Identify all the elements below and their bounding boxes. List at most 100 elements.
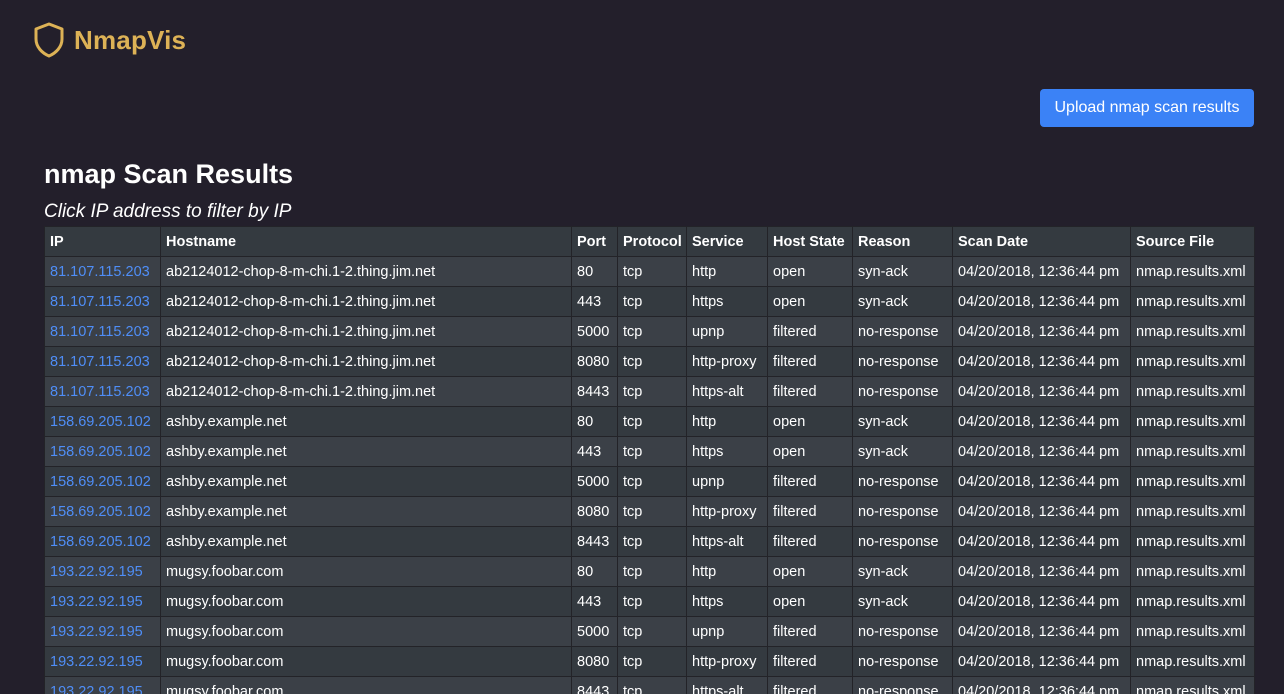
reason-cell: no-response: [852, 526, 953, 557]
scan-date-cell: 04/20/2018, 12:36:44 pm: [952, 436, 1131, 467]
reason-cell: syn-ack: [852, 586, 953, 617]
scan-date-cell: 04/20/2018, 12:36:44 pm: [952, 526, 1131, 557]
ip-filter-link[interactable]: 81.107.115.203: [50, 324, 150, 340]
ip-cell: 193.22.92.195: [44, 586, 161, 617]
ip-cell: 193.22.92.195: [44, 556, 161, 587]
reason-cell: no-response: [852, 496, 953, 527]
protocol-cell: tcp: [617, 676, 687, 694]
page-title: nmap Scan Results: [44, 159, 294, 189]
host-state-cell: filtered: [767, 466, 853, 497]
scan-results-table: IP Hostname Port Protocol Service Host S…: [44, 226, 1255, 694]
scan-date-cell: 04/20/2018, 12:36:44 pm: [952, 676, 1131, 694]
table-row: 193.22.92.195 mugsy.foobar.com 443 tcp https…: [44, 586, 1255, 617]
hostname-cell: ab2124012-chop-8-m-chi.1-2.thing.jim.net: [160, 346, 572, 377]
protocol-cell: tcp: [617, 616, 687, 647]
reason-cell: no-response: [852, 466, 953, 497]
brand[interactable]: NmapVis: [33, 22, 186, 58]
scan-date-cell: 04/20/2018, 12:36:44 pm: [952, 346, 1131, 377]
ip-cell: 81.107.115.203: [44, 346, 161, 377]
ip-filter-link[interactable]: 193.22.92.195: [50, 564, 143, 580]
table-row: 158.69.205.102 ashby.example.net 8443 tcp ht…: [44, 526, 1255, 557]
port-cell: 80: [571, 406, 618, 437]
service-cell: https: [686, 286, 768, 317]
column-header-protocol[interactable]: Protocol: [617, 226, 687, 257]
host-state-cell: open: [767, 286, 853, 317]
port-cell: 5000: [571, 616, 618, 647]
protocol-cell: tcp: [617, 406, 687, 437]
ip-cell: 81.107.115.203: [44, 286, 161, 317]
source-file-cell: nmap.results.xml: [1130, 676, 1255, 694]
port-cell: 8443: [571, 376, 618, 407]
column-header-reason[interactable]: Reason: [852, 226, 953, 257]
protocol-cell: tcp: [617, 556, 687, 587]
hostname-cell: ashby.example.net: [160, 466, 572, 497]
host-state-cell: filtered: [767, 676, 853, 694]
ip-cell: 81.107.115.203: [44, 316, 161, 347]
ip-filter-link[interactable]: 81.107.115.203: [50, 264, 150, 280]
service-cell: http-proxy: [686, 646, 768, 677]
ip-cell: 81.107.115.203: [44, 256, 161, 287]
port-cell: 443: [571, 286, 618, 317]
protocol-cell: tcp: [617, 646, 687, 677]
ip-filter-link[interactable]: 193.22.92.195: [50, 654, 143, 670]
port-cell: 443: [571, 436, 618, 467]
ip-filter-link[interactable]: 158.69.205.102: [50, 414, 151, 430]
ip-filter-link[interactable]: 81.107.115.203: [50, 354, 150, 370]
ip-filter-link[interactable]: 81.107.115.203: [50, 384, 150, 400]
scan-date-cell: 04/20/2018, 12:36:44 pm: [952, 376, 1131, 407]
protocol-cell: tcp: [617, 436, 687, 467]
port-cell: 8080: [571, 496, 618, 527]
table-row: 81.107.115.203 ab2124012-chop-8-m-chi.1-2…: [44, 286, 1255, 317]
upload-scan-results-button[interactable]: Upload nmap scan results: [1040, 89, 1254, 127]
service-cell: https-alt: [686, 526, 768, 557]
protocol-cell: tcp: [617, 346, 687, 377]
table-row: 81.107.115.203 ab2124012-chop-8-m-chi.1-2…: [44, 346, 1255, 377]
column-header-host-state[interactable]: Host State: [767, 226, 853, 257]
table-body: 81.107.115.203 ab2124012-chop-8-m-chi.1-2…: [44, 256, 1255, 694]
port-cell: 443: [571, 586, 618, 617]
hostname-cell: ashby.example.net: [160, 496, 572, 527]
column-header-hostname[interactable]: Hostname: [160, 226, 572, 257]
table-row: 193.22.92.195 mugsy.foobar.com 8080 tcp http…: [44, 646, 1255, 677]
reason-cell: syn-ack: [852, 286, 953, 317]
source-file-cell: nmap.results.xml: [1130, 376, 1255, 407]
column-header-port[interactable]: Port: [571, 226, 618, 257]
column-header-source-file[interactable]: Source File: [1130, 226, 1255, 257]
table-row: 193.22.92.195 mugsy.foobar.com 80 tcp http op…: [44, 556, 1255, 587]
table-row: 158.69.205.102 ashby.example.net 5000 tcp up…: [44, 466, 1255, 497]
service-cell: https-alt: [686, 676, 768, 694]
source-file-cell: nmap.results.xml: [1130, 646, 1255, 677]
app-name: NmapVis: [74, 24, 187, 55]
table-row: 81.107.115.203 ab2124012-chop-8-m-chi.1-2…: [44, 316, 1255, 347]
column-header-service[interactable]: Service: [686, 226, 768, 257]
service-cell: upnp: [686, 616, 768, 647]
reason-cell: syn-ack: [852, 436, 953, 467]
ip-filter-link[interactable]: 158.69.205.102: [50, 534, 151, 550]
scan-date-cell: 04/20/2018, 12:36:44 pm: [952, 616, 1131, 647]
port-cell: 80: [571, 556, 618, 587]
ip-filter-link[interactable]: 193.22.92.195: [50, 684, 143, 694]
reason-cell: no-response: [852, 646, 953, 677]
ip-filter-link[interactable]: 81.107.115.203: [50, 294, 150, 310]
service-cell: upnp: [686, 466, 768, 497]
ip-cell: 158.69.205.102: [44, 496, 161, 527]
host-state-cell: open: [767, 256, 853, 287]
ip-filter-link[interactable]: 158.69.205.102: [50, 474, 151, 490]
protocol-cell: tcp: [617, 316, 687, 347]
ip-filter-link[interactable]: 158.69.205.102: [50, 444, 151, 460]
hostname-cell: ab2124012-chop-8-m-chi.1-2.thing.jim.net: [160, 256, 572, 287]
table-row: 193.22.92.195 mugsy.foobar.com 8443 tcp http…: [44, 676, 1255, 694]
ip-filter-link[interactable]: 158.69.205.102: [50, 504, 151, 520]
service-cell: http: [686, 256, 768, 287]
ip-filter-link[interactable]: 193.22.92.195: [50, 594, 143, 610]
source-file-cell: nmap.results.xml: [1130, 526, 1255, 557]
scan-date-cell: 04/20/2018, 12:36:44 pm: [952, 646, 1131, 677]
host-state-cell: filtered: [767, 376, 853, 407]
source-file-cell: nmap.results.xml: [1130, 586, 1255, 617]
column-header-scan-date[interactable]: Scan Date: [952, 226, 1131, 257]
protocol-cell: tcp: [617, 526, 687, 557]
column-header-ip[interactable]: IP: [44, 226, 161, 257]
hostname-cell: ab2124012-chop-8-m-chi.1-2.thing.jim.net: [160, 376, 572, 407]
ip-filter-link[interactable]: 193.22.92.195: [50, 624, 143, 640]
service-cell: http: [686, 556, 768, 587]
